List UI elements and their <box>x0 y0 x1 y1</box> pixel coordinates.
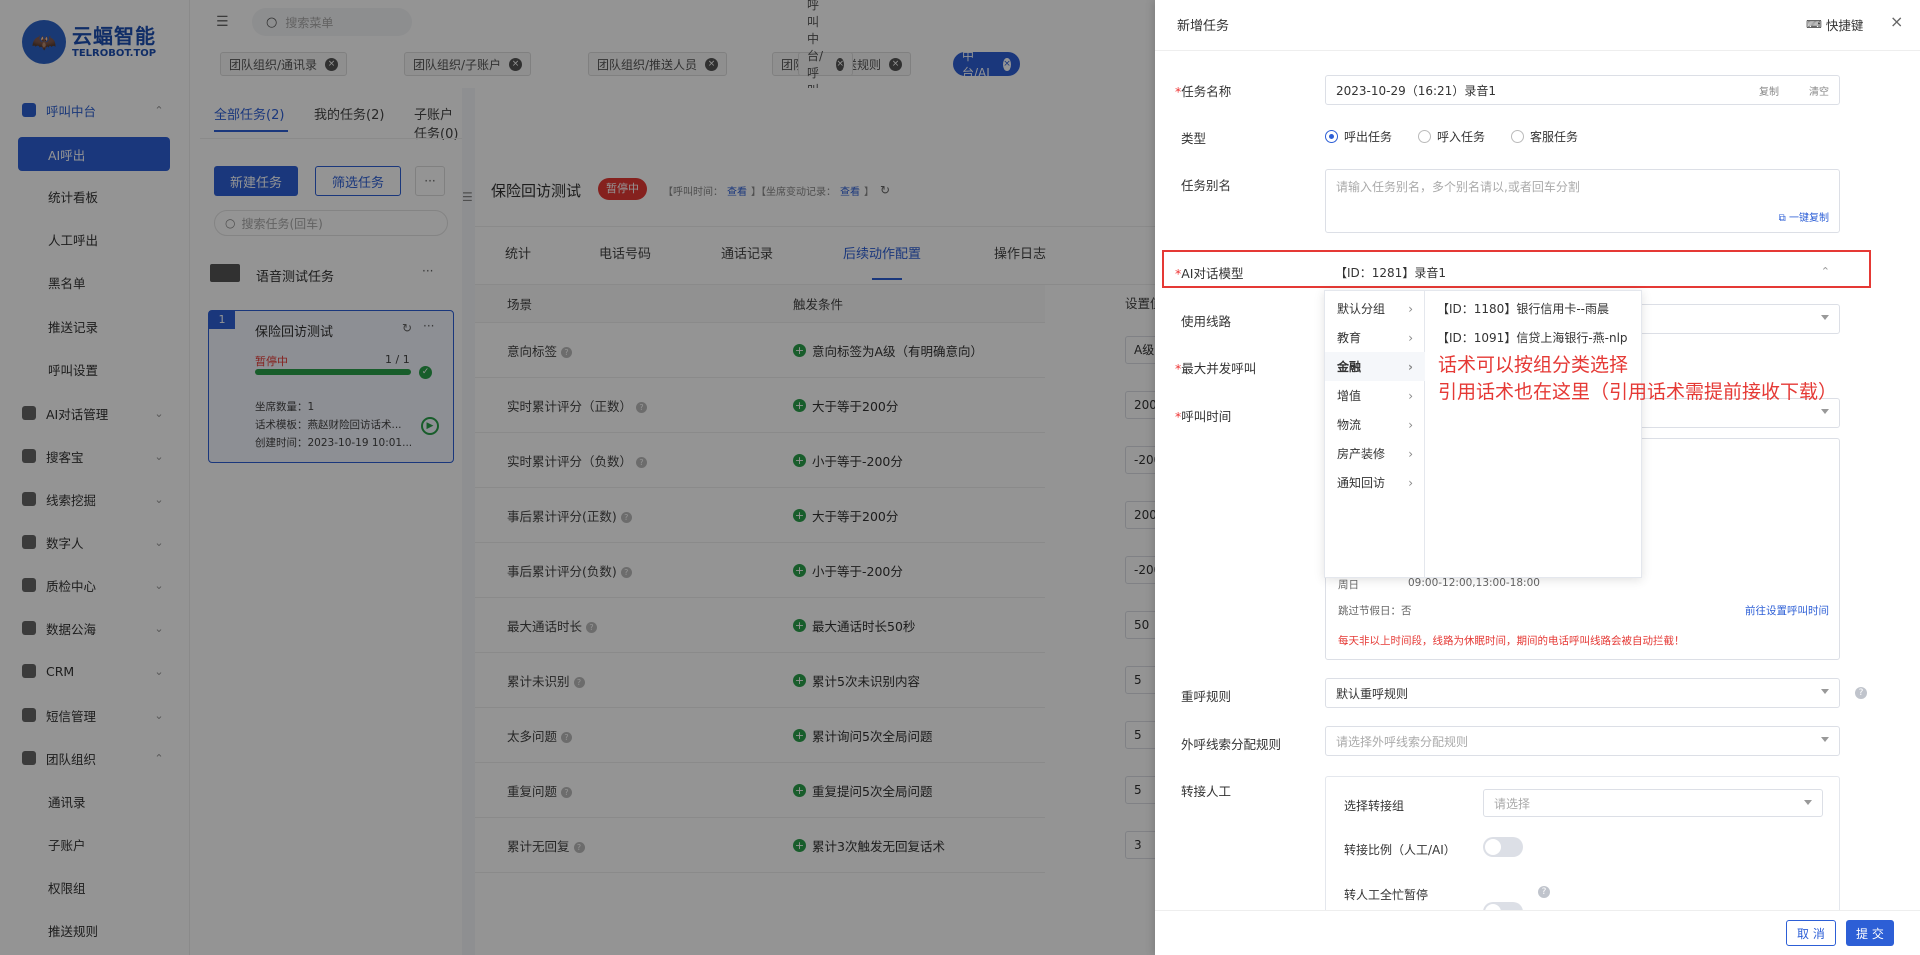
cascader-options: 【ID：1180】银行信用卡--雨晨 【ID：1091】信贷上海银行-燕-nlp <box>1425 291 1641 577</box>
goto-calltime-link[interactable]: 前往设置呼叫时间 <box>1745 603 1829 618</box>
cascader-group-item[interactable]: 教育 › <box>1325 323 1425 352</box>
radio-service[interactable]: 客服任务 <box>1511 128 1578 145</box>
alias-placeholder: 请输入任务别名，多个别名请以,或者回车分割 <box>1336 180 1580 194</box>
cascader-groups: 默认分组 › 教育 › 金融 › 增值 › 物流 › 房产装修 › 通知回访 › <box>1325 291 1425 577</box>
ai-model-label: *AI对话模型 <box>1175 266 1244 281</box>
cascader-group-label: 通知回访 <box>1337 476 1386 490</box>
redial-value: 默认重呼规则 <box>1336 686 1409 701</box>
chevron-right-icon: › <box>1408 446 1413 461</box>
cascader-group-label: 默认分组 <box>1337 302 1386 316</box>
radio-label: 客服任务 <box>1530 130 1579 144</box>
radio-label: 呼入任务 <box>1437 130 1486 144</box>
chevron-down-icon <box>1804 800 1812 805</box>
radio-dot <box>1418 130 1432 143</box>
annotation-line: 引用话术也在这里（引用话术需提前接收下载） <box>1438 381 1838 403</box>
cascader-group-label: 金融 <box>1337 360 1362 374</box>
cascader-group-item[interactable]: 通知回访 › <box>1325 468 1425 497</box>
copy-button[interactable]: 复制 <box>1759 83 1779 98</box>
shortcut-button[interactable]: ⌨ 快捷键 <box>1806 15 1863 34</box>
transfer-panel: 选择转接组 请选择 转接比例（人工/AI） 转人工全忙暂停 ? <box>1325 776 1840 922</box>
lead-rule-placeholder: 请选择外呼线索分配规则 <box>1336 734 1469 749</box>
concurrency-label: *最大并发呼叫 <box>1175 361 1257 376</box>
cascader-group-label: 教育 <box>1337 331 1362 345</box>
cascader-group-label: 增值 <box>1337 389 1362 403</box>
copy-icon: ⧉ <box>1778 213 1789 224</box>
radio-dot <box>1325 130 1338 143</box>
redial-label: 重呼规则 <box>1181 689 1232 704</box>
transfer-group-label: 选择转接组 <box>1344 799 1405 813</box>
radio-outbound[interactable]: 呼出任务 <box>1325 128 1392 145</box>
chevron-right-icon: › <box>1408 330 1413 345</box>
annotation-line: 话术可以按组分类选择 <box>1438 354 1629 376</box>
cascader-dropdown: 默认分组 › 教育 › 金融 › 增值 › 物流 › 房产装修 › 通知回访 › 【ID：11… <box>1324 290 1642 578</box>
chevron-right-icon: › <box>1408 301 1413 316</box>
skip-holiday: 跳过节假日：否 <box>1338 605 1412 617</box>
chevron-down-icon <box>1821 409 1829 414</box>
one-click-copy-button[interactable]: ⧉ 一键复制 <box>1779 209 1829 224</box>
transfer-ratio-toggle[interactable] <box>1483 837 1523 857</box>
one-click-copy-label: 一键复制 <box>1789 213 1829 224</box>
help-icon[interactable]: ? <box>1855 687 1867 699</box>
type-radio-group: 呼出任务 呼入任务 客服任务 <box>1325 128 1604 145</box>
cascader-group-label: 房产装修 <box>1337 447 1386 461</box>
clear-button[interactable]: 清空 <box>1809 83 1829 98</box>
transfer-label: 转接人工 <box>1181 784 1232 799</box>
label-text: 最大并发呼叫 <box>1181 361 1257 376</box>
transfer-ratio-label: 转接比例（人工/AI） <box>1344 843 1456 857</box>
cancel-button[interactable]: 取 消 <box>1786 920 1836 946</box>
chevron-right-icon: › <box>1408 359 1413 374</box>
close-icon[interactable]: × <box>1890 12 1903 31</box>
chevron-down-icon <box>1821 315 1829 320</box>
radio-inbound[interactable]: 呼入任务 <box>1418 128 1485 145</box>
annotation: 话术可以按组分类选择 引用话术也在这里（引用话术需提前接收下载） <box>1438 352 1837 406</box>
shortcut-label: 快捷键 <box>1825 18 1864 33</box>
chevron-right-icon: › <box>1408 475 1413 490</box>
label-text: 呼叫时间 <box>1181 409 1232 424</box>
route-label: 使用线路 <box>1181 314 1232 329</box>
chevron-right-icon: › <box>1408 388 1413 403</box>
task-name-value: 2023-10-29（16:21）录音1 <box>1336 83 1496 98</box>
type-label: 类型 <box>1181 131 1207 146</box>
chevron-down-icon <box>1821 737 1829 742</box>
ai-model-value: 【ID：1281】录音1 <box>1335 265 1446 280</box>
label-text: 任务名称 <box>1181 84 1232 99</box>
drawer-footer: 取 消 提 交 <box>1155 910 1920 955</box>
sunday-label: 周日 <box>1338 579 1359 591</box>
chevron-right-icon: › <box>1408 417 1413 432</box>
cascader-group-item[interactable]: 房产装修 › <box>1325 439 1425 468</box>
transfer-group-select[interactable]: 请选择 <box>1483 789 1823 817</box>
cascader-group-item[interactable]: 物流 › <box>1325 410 1425 439</box>
chevron-down-icon <box>1821 689 1829 694</box>
lead-rule-select[interactable]: 请选择外呼线索分配规则 <box>1325 726 1840 756</box>
cascader-option[interactable]: 【ID：1091】信贷上海银行-燕-nlp <box>1425 323 1645 352</box>
modal-mask[interactable] <box>0 0 1155 955</box>
alias-label: 任务别名 <box>1181 178 1232 193</box>
cascader-group-label: 物流 <box>1337 418 1362 432</box>
task-name-label: *任务名称 <box>1175 84 1232 99</box>
redial-select[interactable]: 默认重呼规则 <box>1325 678 1840 708</box>
chevron-up-icon: ⌃ <box>1820 265 1830 278</box>
sunday-time: 09:00-12:00,13:00-18:00 <box>1408 577 1540 589</box>
transfer-group-placeholder: 请选择 <box>1494 796 1531 811</box>
cascader-group-item-active[interactable]: 金融 › <box>1325 352 1425 381</box>
help-icon[interactable]: ? <box>1538 886 1550 898</box>
lead-rule-label: 外呼线索分配规则 <box>1181 737 1282 752</box>
radio-label: 呼出任务 <box>1344 130 1393 144</box>
task-name-input[interactable]: 2023-10-29（16:21）录音1 复制 清空 <box>1325 75 1840 105</box>
divider <box>1155 50 1920 51</box>
ai-model-select[interactable]: 【ID：1281】录音1 ⌃ <box>1325 257 1840 287</box>
cascader-group-item[interactable]: 默认分组 › <box>1325 294 1425 323</box>
call-time-label: *呼叫时间 <box>1175 409 1232 424</box>
cascader-group-item[interactable]: 增值 › <box>1325 381 1425 410</box>
radio-dot <box>1511 130 1525 143</box>
alias-textarea[interactable]: 请输入任务别名，多个别名请以,或者回车分割 ⧉ 一键复制 <box>1325 169 1840 233</box>
cascader-option[interactable]: 【ID：1180】银行信用卡--雨晨 <box>1425 294 1645 323</box>
transfer-busy-label: 转人工全忙暂停 <box>1344 888 1429 902</box>
submit-button[interactable]: 提 交 <box>1846 920 1894 946</box>
drawer-title: 新增任务 <box>1177 19 1230 34</box>
label-text: AI对话模型 <box>1181 266 1244 281</box>
keyboard-icon: ⌨ <box>1806 18 1822 31</box>
calltime-warning: 每天非以上时间段，线路为休眠时间，期间的电话呼叫线路会被自动拦截！ <box>1338 635 1685 647</box>
new-task-drawer: 新增任务 ⌨ 快捷键 × *任务名称 2023-10-29（16:21）录音1 … <box>1155 0 1920 955</box>
